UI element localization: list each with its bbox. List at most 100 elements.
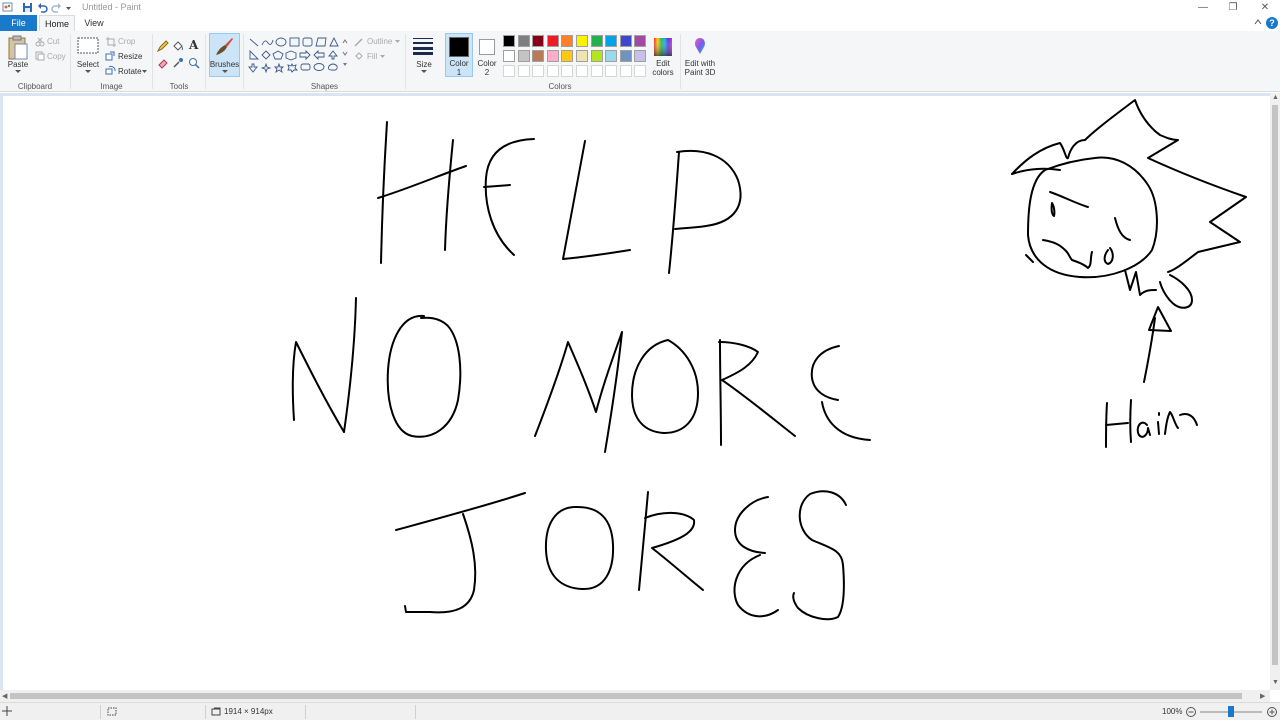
select-button-label[interactable]: Select	[75, 60, 101, 69]
edit-colors-label: Edit	[656, 59, 670, 68]
custom-color-slot[interactable]	[590, 65, 603, 77]
color-swatch[interactable]	[503, 35, 515, 47]
copy-button[interactable]: Copy	[47, 52, 66, 61]
crop-icon[interactable]	[106, 37, 116, 47]
custom-color-slot[interactable]	[546, 65, 559, 77]
undo-icon[interactable]	[37, 2, 48, 13]
brushes-button-label: Brushes	[209, 60, 240, 69]
color-swatch[interactable]	[605, 50, 618, 62]
pencil-icon[interactable]	[157, 40, 169, 52]
fill-dropdown-icon[interactable]	[380, 55, 385, 59]
custom-color-slot[interactable]	[532, 65, 545, 77]
scroll-left-icon[interactable]: ◀	[2, 692, 7, 700]
color-swatch[interactable]	[619, 35, 632, 47]
selection-size-icon	[107, 707, 117, 716]
color-swatch[interactable]	[576, 35, 588, 47]
fill-bucket-icon[interactable]	[354, 51, 364, 61]
custom-color-slot[interactable]	[619, 65, 632, 77]
zoom-out-icon[interactable]	[1186, 707, 1196, 717]
zoom-slider-thumb[interactable]	[1228, 706, 1234, 717]
custom-color-slot[interactable]	[517, 65, 530, 77]
shapes-gallery[interactable]	[248, 37, 348, 73]
vertical-scroll-thumb[interactable]	[1272, 105, 1278, 665]
scroll-right-icon[interactable]: ▶	[1260, 692, 1265, 700]
crop-button[interactable]: Crop	[118, 37, 135, 46]
horizontal-scroll-thumb[interactable]	[10, 693, 1242, 699]
tab-file[interactable]: File	[0, 15, 37, 31]
close-button[interactable]: ✕	[1250, 0, 1280, 15]
edit-with-paint3d-button[interactable]: Edit with Paint 3D	[682, 31, 718, 92]
brushes-dropdown-icon[interactable]	[222, 70, 228, 74]
custom-color-slot[interactable]	[576, 65, 588, 77]
select-icon[interactable]	[77, 37, 99, 55]
color-swatch[interactable]	[532, 35, 545, 47]
rotate-dropdown-icon[interactable]	[142, 70, 147, 74]
horizontal-scrollbar[interactable]: ◀ ▶	[0, 690, 1270, 702]
outline-icon[interactable]	[354, 37, 364, 47]
color1-button[interactable]: Color 1	[445, 31, 473, 92]
color-swatch[interactable]	[590, 35, 603, 47]
drawing-canvas[interactable]	[3, 96, 1270, 690]
color-swatch[interactable]	[503, 50, 515, 62]
color-swatch[interactable]	[546, 50, 559, 62]
resize-button[interactable]: Resize	[118, 52, 142, 61]
workspace	[0, 93, 1270, 690]
restore-button[interactable]: ❐	[1218, 0, 1248, 15]
minimize-button[interactable]: —	[1188, 0, 1218, 15]
handwritten-words-no-more	[291, 297, 871, 453]
select-dropdown-icon[interactable]	[85, 70, 91, 74]
color-swatch[interactable]	[619, 50, 632, 62]
color-swatch[interactable]	[517, 35, 530, 47]
fill-button[interactable]: Fill	[367, 52, 377, 61]
scroll-up-icon[interactable]: ▲	[1272, 94, 1279, 101]
color-swatch[interactable]	[561, 35, 574, 47]
color-swatch[interactable]	[517, 50, 530, 62]
paste-icon[interactable]	[7, 35, 29, 61]
color-swatch[interactable]	[634, 35, 647, 47]
color-picker-icon[interactable]	[172, 57, 184, 69]
size-button-label[interactable]: Size	[409, 60, 439, 69]
customize-toolbar-icon[interactable]	[65, 2, 72, 13]
paste-button-label[interactable]: Paste	[6, 60, 30, 69]
zoom-in-icon[interactable]	[1267, 707, 1277, 717]
vertical-scrollbar[interactable]: ▲ ▼	[1270, 93, 1280, 690]
color-swatch[interactable]	[634, 50, 647, 62]
resize-icon[interactable]	[105, 51, 115, 61]
outline-dropdown-icon[interactable]	[395, 40, 400, 44]
rotate-button[interactable]: Rotate	[118, 67, 142, 76]
minimize-ribbon-icon[interactable]	[1254, 18, 1262, 26]
status-bar: 1914 × 914px 100%	[0, 702, 1280, 720]
shapes-scroll-icon[interactable]	[342, 38, 348, 68]
custom-color-slot[interactable]	[605, 65, 618, 77]
eraser-icon[interactable]	[157, 57, 169, 69]
magnifier-icon[interactable]	[188, 57, 200, 69]
color-swatch[interactable]	[532, 50, 545, 62]
color-swatch[interactable]	[561, 50, 574, 62]
outline-button[interactable]: Outline	[367, 37, 392, 46]
size-dropdown-icon[interactable]	[421, 70, 427, 74]
scroll-down-icon[interactable]: ▼	[1272, 679, 1279, 686]
cut-button[interactable]: Cut	[47, 37, 59, 46]
rotate-icon[interactable]	[105, 65, 116, 75]
tab-home[interactable]: Home	[39, 15, 75, 31]
cut-icon[interactable]	[35, 37, 45, 47]
color-swatch[interactable]	[576, 50, 588, 62]
color-swatch[interactable]	[590, 50, 603, 62]
edit-colors-button[interactable]: Edit colors	[648, 31, 678, 92]
custom-color-slot[interactable]	[561, 65, 574, 77]
fill-icon[interactable]	[172, 40, 184, 52]
redo-icon[interactable]	[51, 2, 62, 13]
tab-view[interactable]: View	[77, 15, 111, 31]
copy-icon[interactable]	[35, 51, 45, 61]
size-icon[interactable]	[412, 37, 434, 55]
color2-swatch	[479, 39, 495, 55]
paste-dropdown-icon[interactable]	[15, 70, 21, 74]
custom-color-slot[interactable]	[634, 65, 647, 77]
brushes-group: Brushes	[207, 31, 241, 92]
save-icon[interactable]	[22, 2, 33, 13]
color-swatch[interactable]	[605, 35, 618, 47]
color-swatch[interactable]	[546, 35, 559, 47]
help-button[interactable]: ?	[1266, 17, 1278, 29]
text-icon[interactable]: A	[189, 38, 198, 52]
custom-color-slot[interactable]	[503, 65, 515, 77]
